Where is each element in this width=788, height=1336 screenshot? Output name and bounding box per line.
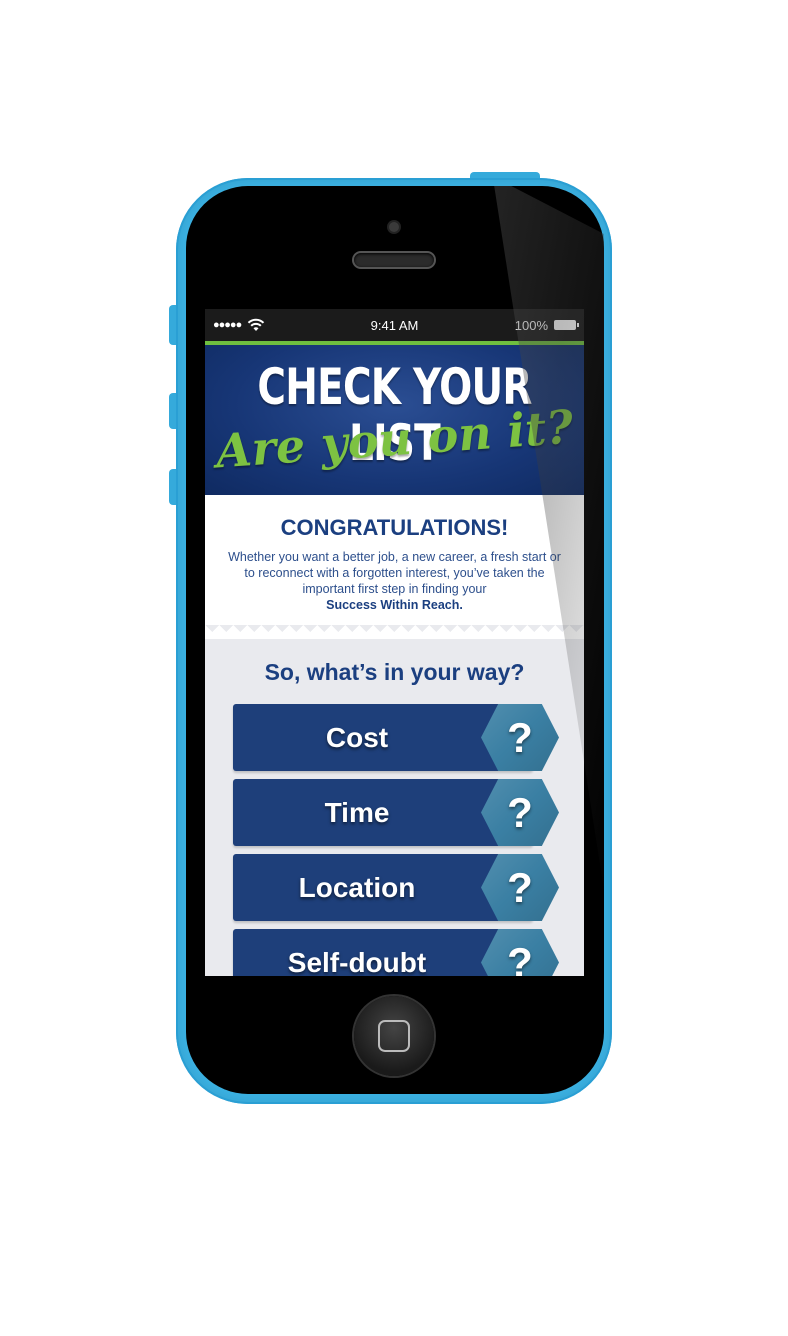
question-hexagon-icon: ?: [481, 779, 559, 846]
obstacles-heading: So, what’s in your way?: [264, 659, 525, 685]
status-bar: ●●●●● 9:41 AM 100%: [205, 309, 584, 341]
home-button[interactable]: [354, 996, 434, 1076]
question-mark: ?: [507, 788, 533, 836]
obstacle-option-time[interactable]: Time ?: [233, 779, 559, 846]
home-square-icon: [378, 1020, 410, 1052]
question-hexagon-icon: ?: [481, 854, 559, 921]
battery-percent: 100%: [514, 317, 548, 333]
question-mark: ?: [507, 938, 533, 977]
question-hexagon-icon: ?: [481, 929, 559, 976]
question-mark: ?: [507, 713, 533, 761]
obstacle-option-location[interactable]: Location ?: [233, 854, 559, 921]
phone-mockup-stage: ●●●●● 9:41 AM 100% CHECK YOUR LIST Are y…: [0, 0, 788, 1336]
obstacle-label: Time: [324, 796, 390, 828]
congrats-heading: CONGRATULATIONS!: [280, 515, 509, 540]
question-hexagon-icon: ?: [481, 704, 559, 771]
hero-banner: CHECK YOUR LIST Are you on it?: [205, 345, 584, 495]
obstacle-label: Cost: [325, 721, 389, 753]
battery-icon: [554, 320, 579, 330]
phone-screen: ●●●●● 9:41 AM 100% CHECK YOUR LIST Are y…: [205, 309, 584, 976]
congrats-body: Whether you want a better job, a new car…: [223, 549, 566, 613]
zigzag-divider: [205, 625, 584, 639]
congrats-body-text: Whether you want a better job, a new car…: [228, 550, 561, 596]
obstacle-option-self-doubt[interactable]: Self-doubt ?: [233, 929, 559, 977]
obstacle-list: Cost ? Time ? Location ? Self-doubt ?: [233, 704, 559, 977]
congrats-emphasis: Success Within Reach.: [326, 598, 463, 612]
earpiece-speaker: [354, 253, 434, 267]
obstacle-label: Self-doubt: [287, 946, 427, 977]
obstacle-label: Location: [298, 871, 416, 903]
congratulations-section: CONGRATULATIONS! Whether you want a bett…: [205, 495, 584, 639]
obstacles-section: So, what’s in your way? Cost ? Time ? Lo…: [205, 639, 584, 976]
question-mark: ?: [507, 863, 533, 911]
status-right: 100%: [514, 317, 579, 333]
front-camera: [389, 222, 399, 232]
obstacle-option-cost[interactable]: Cost ?: [233, 704, 559, 771]
